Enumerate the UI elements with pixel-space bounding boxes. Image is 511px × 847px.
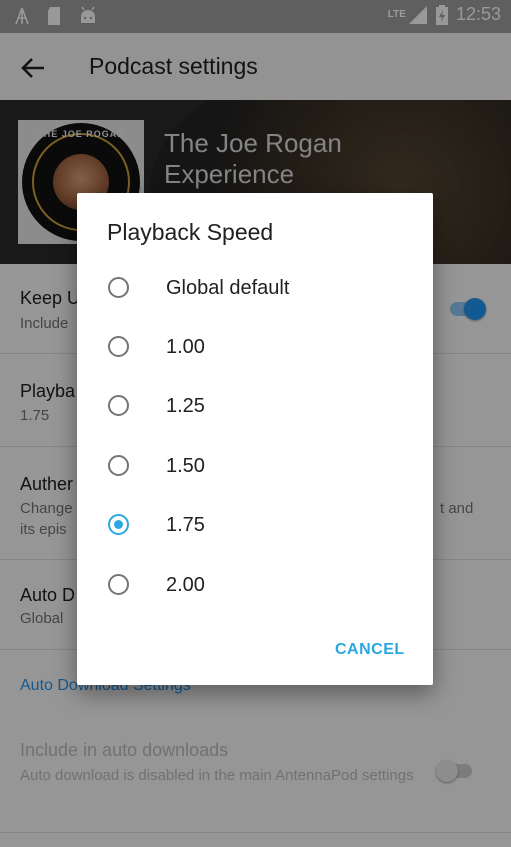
dialog-title: Playback Speed xyxy=(107,219,274,245)
playback-speed-dialog: Playback Speed Global default 1.00 1.25 … xyxy=(77,193,433,685)
speed-option-2-00[interactable]: 2.00 xyxy=(77,556,433,615)
radio-button[interactable] xyxy=(108,455,129,476)
option-label: 1.50 xyxy=(166,455,205,477)
option-label: Global default xyxy=(166,277,290,299)
speed-option-global-default[interactable]: Global default xyxy=(77,259,433,318)
speed-option-1-25[interactable]: 1.25 xyxy=(77,377,433,436)
option-label: 2.00 xyxy=(166,574,205,596)
radio-button[interactable] xyxy=(108,336,129,357)
speed-option-1-75[interactable]: 1.75 xyxy=(77,496,433,555)
radio-button-selected[interactable] xyxy=(108,514,129,535)
option-label: 1.25 xyxy=(166,395,205,417)
radio-button[interactable] xyxy=(108,277,129,298)
speed-option-1-00[interactable]: 1.00 xyxy=(77,318,433,377)
radio-button[interactable] xyxy=(108,574,129,595)
cancel-button[interactable]: CANCEL xyxy=(335,641,405,659)
radio-button[interactable] xyxy=(108,395,129,416)
speed-option-1-50[interactable]: 1.50 xyxy=(77,437,433,496)
option-label: 1.75 xyxy=(166,514,205,536)
option-label: 1.00 xyxy=(166,336,205,358)
